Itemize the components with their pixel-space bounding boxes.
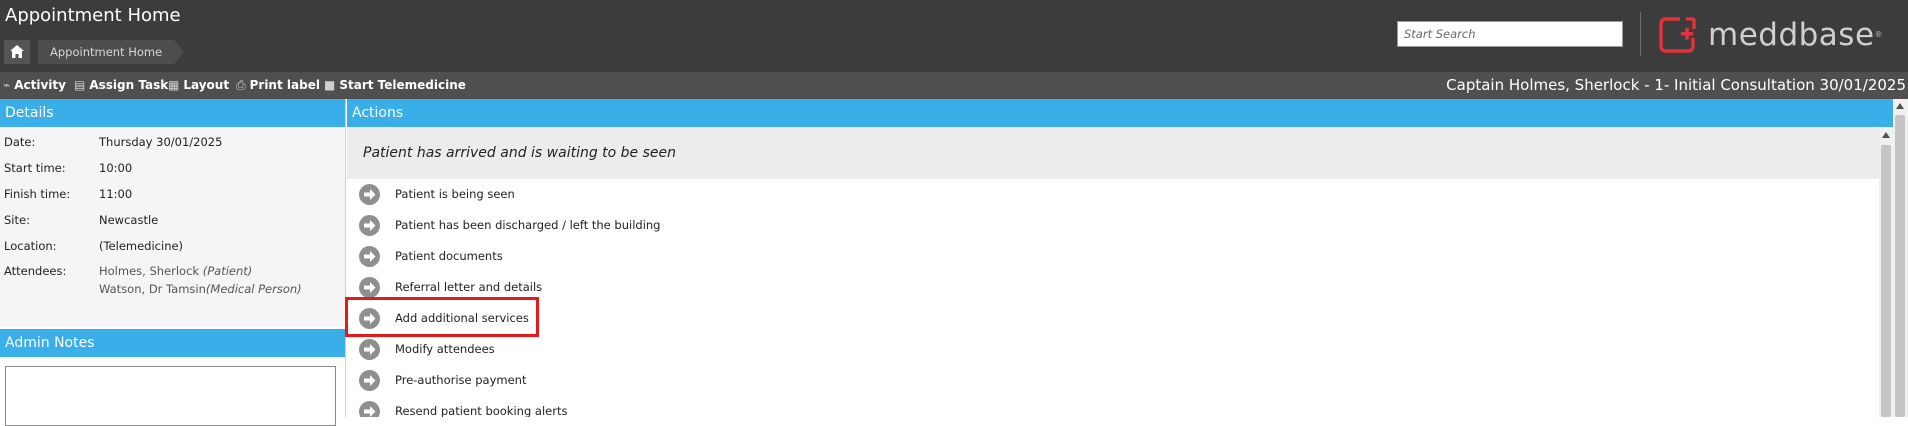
arrow-right-icon bbox=[359, 215, 380, 236]
arrow-right-icon bbox=[359, 184, 380, 205]
panel-divider bbox=[345, 99, 346, 417]
activity-label: Activity bbox=[14, 78, 66, 92]
arrow-right-icon bbox=[359, 246, 380, 267]
activity-icon: ⌁ bbox=[3, 78, 11, 92]
home-button[interactable] bbox=[4, 40, 30, 64]
attendee-patient-role: (Patient) bbox=[202, 264, 253, 278]
start-telemedicine-button[interactable]: ■ Start Telemedicine bbox=[324, 72, 466, 99]
scroll-up-arrow-icon[interactable] bbox=[1896, 103, 1904, 109]
date-label: Date: bbox=[4, 135, 36, 149]
action-patient-documents[interactable]: Patient documents bbox=[347, 241, 947, 272]
finish-time-label: Finish time: bbox=[4, 187, 71, 201]
actions-scrollbar[interactable] bbox=[1879, 127, 1893, 417]
start-telemedicine-label: Start Telemedicine bbox=[339, 78, 466, 92]
start-time-label: Start time: bbox=[4, 161, 66, 175]
print-label-button[interactable]: ⎙ Print label bbox=[236, 72, 320, 99]
date-value: Thursday 30/01/2025 bbox=[99, 135, 223, 149]
action-label: Patient has been discharged / left the b… bbox=[395, 218, 661, 232]
meddbase-logo-icon bbox=[1659, 17, 1696, 53]
page-title: Appointment Home bbox=[5, 5, 181, 26]
action-label: Patient documents bbox=[395, 249, 503, 263]
site-label: Site: bbox=[4, 213, 30, 227]
action-patient-being-seen[interactable]: Patient is being seen bbox=[347, 179, 947, 210]
action-modify-attendees[interactable]: Modify attendees bbox=[347, 334, 947, 365]
action-label: Pre-authorise payment bbox=[395, 373, 527, 387]
layout-button[interactable]: ▦ Layout bbox=[168, 72, 229, 99]
activity-button[interactable]: ⌁ Activity bbox=[3, 72, 66, 99]
breadcrumb-item-appointment-home[interactable]: Appointment Home bbox=[38, 40, 185, 64]
attendee-medical-person[interactable]: Watson, Dr Tamsin(Medical Person) bbox=[99, 282, 302, 296]
appointment-status-text: Patient has arrived and is waiting to be… bbox=[363, 145, 677, 161]
attendee-patient[interactable]: Holmes, Sherlock (Patient) bbox=[99, 264, 252, 278]
action-label: Referral letter and details bbox=[395, 280, 543, 294]
clipboard-icon: ▤ bbox=[74, 78, 86, 92]
finish-time-value: 11:00 bbox=[99, 187, 133, 201]
location-value: (Telemedicine) bbox=[99, 239, 184, 253]
printer-icon: ⎙ bbox=[236, 78, 246, 92]
action-label: Resend patient booking alerts bbox=[395, 404, 568, 417]
action-label: Patient is being seen bbox=[395, 187, 515, 201]
details-panel: Date: Thursday 30/01/2025 Start time: 10… bbox=[0, 127, 345, 327]
logo-text: meddbase bbox=[1708, 17, 1875, 53]
highlight-box bbox=[345, 297, 539, 337]
action-pre-authorise-payment[interactable]: Pre-authorise payment bbox=[347, 365, 947, 396]
attendee-medical-person-role: (Medical Person) bbox=[205, 282, 302, 296]
site-value: Newcastle bbox=[99, 213, 159, 227]
details-heading: Details bbox=[0, 99, 345, 127]
action-resend-booking-alerts[interactable]: Resend patient booking alerts bbox=[347, 396, 947, 417]
location-label: Location: bbox=[4, 239, 57, 253]
header-divider bbox=[1640, 12, 1641, 56]
arrow-right-icon bbox=[359, 339, 380, 360]
layout-label: Layout bbox=[183, 78, 230, 92]
admin-notes-input[interactable] bbox=[5, 366, 336, 426]
layout-icon: ▦ bbox=[168, 78, 180, 92]
search-input[interactable] bbox=[1397, 21, 1623, 47]
toolbar: ⌁ Activity ▤ Assign Task ▦ Layout ⎙ Print la… bbox=[0, 72, 1908, 99]
video-camera-icon: ■ bbox=[324, 78, 336, 92]
admin-notes-heading: Admin Notes bbox=[0, 329, 345, 357]
attendees-label: Attendees: bbox=[4, 264, 67, 278]
assign-task-button[interactable]: ▤ Assign Task bbox=[74, 72, 168, 99]
attendee-patient-name: Holmes, Sherlock bbox=[99, 264, 203, 278]
scrollbar-thumb[interactable] bbox=[1895, 115, 1905, 417]
actions-heading: Actions bbox=[347, 99, 1893, 127]
registered-mark: ® bbox=[1874, 30, 1884, 39]
scroll-up-arrow-icon[interactable] bbox=[1882, 132, 1890, 138]
attendee-medical-person-name: Watson, Dr Tamsin bbox=[99, 282, 206, 296]
assign-task-label: Assign Task bbox=[89, 78, 169, 92]
arrow-right-icon bbox=[359, 370, 380, 391]
action-patient-discharged[interactable]: Patient has been discharged / left the b… bbox=[347, 210, 947, 241]
scrollbar-thumb[interactable] bbox=[1881, 145, 1891, 417]
appointment-title: Captain Holmes, Sherlock - 1- Initial Co… bbox=[1446, 76, 1906, 94]
page-scrollbar[interactable] bbox=[1893, 99, 1908, 417]
action-label: Modify attendees bbox=[395, 342, 495, 356]
top-header: Appointment Home Appointment Home meddba… bbox=[0, 0, 1908, 72]
print-label-label: Print label bbox=[249, 78, 320, 92]
arrow-right-icon bbox=[359, 401, 380, 417]
appointment-status-bar: Patient has arrived and is waiting to be… bbox=[347, 127, 1879, 179]
home-icon bbox=[10, 45, 24, 58]
arrow-right-icon bbox=[359, 277, 380, 298]
start-time-value: 10:00 bbox=[99, 161, 133, 175]
